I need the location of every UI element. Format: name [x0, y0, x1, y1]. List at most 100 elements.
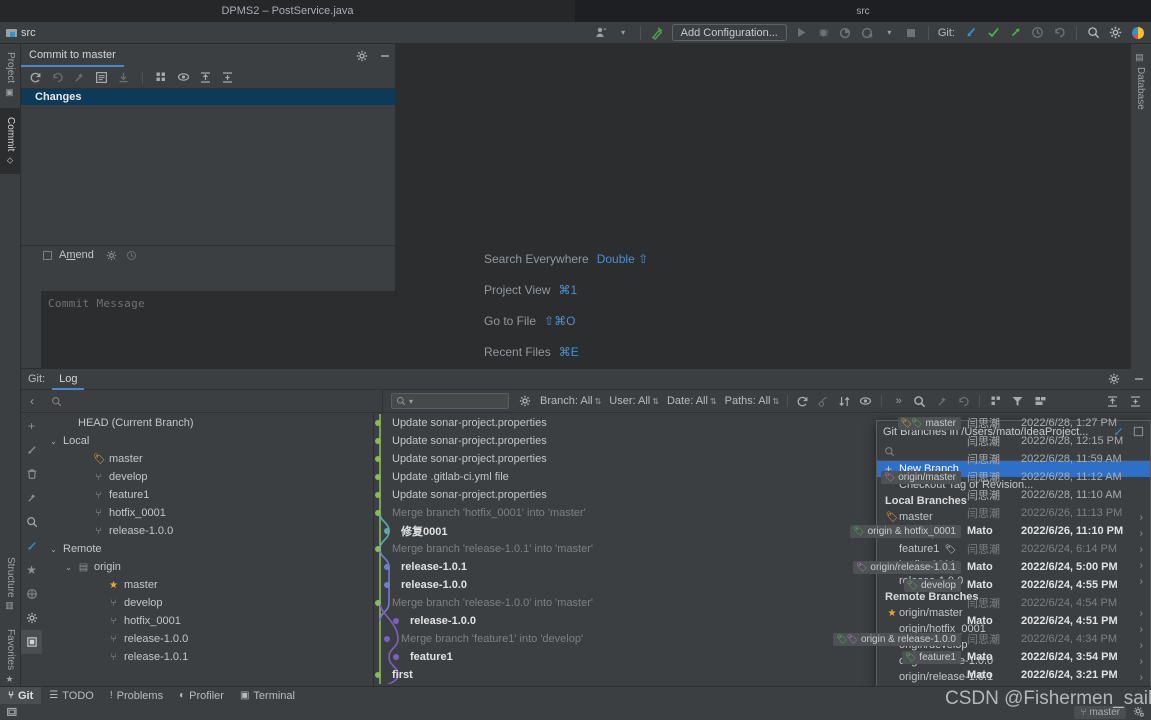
- branch-ref-label[interactable]: 🏷 origin/master: [880, 470, 961, 484]
- chevron-down-icon[interactable]: ▾: [616, 25, 631, 40]
- search-icon[interactable]: [912, 394, 927, 409]
- collapse-all-icon[interactable]: [1128, 394, 1143, 409]
- refresh-icon[interactable]: [795, 394, 810, 409]
- chevron-down-icon[interactable]: ▾: [409, 397, 413, 406]
- gear-icon[interactable]: [1108, 25, 1123, 40]
- branch-ref-label[interactable]: 🏷 🏷 master: [897, 416, 961, 430]
- branch-tree-row[interactable]: ⑂ develop: [43, 468, 374, 486]
- search-icon[interactable]: [21, 510, 42, 534]
- commit-check-icon[interactable]: [986, 25, 1001, 40]
- commit-row[interactable]: Update sonar-project.properties 闫思潮 2022/6…: [374, 450, 1151, 468]
- history-icon[interactable]: [1030, 25, 1045, 40]
- gear-icon[interactable]: [355, 49, 368, 62]
- refresh-circle-icon[interactable]: [21, 582, 42, 606]
- sidebar-item-project[interactable]: Project ▣: [0, 44, 21, 106]
- commit-row[interactable]: Update sonar-project.properties 闫思潮 2022/6…: [374, 486, 1151, 504]
- more-actions-icon[interactable]: »: [891, 394, 906, 409]
- commit-row[interactable]: Merge branch 'release-1.0.0' into 'maste…: [374, 594, 1151, 612]
- idea-logo-icon[interactable]: [1130, 25, 1145, 40]
- commit-list[interactable]: Update sonar-project.properties 🏷 🏷 master 闫…: [374, 414, 1151, 695]
- commit-row[interactable]: Merge branch 'feature1' into 'develop' 🏷 🏷…: [374, 630, 1151, 648]
- delete-icon[interactable]: [21, 462, 42, 486]
- branch-tree-row[interactable]: ⑂ release-1.0.1: [43, 648, 374, 666]
- branch-tree-row[interactable]: ⑂ hotfix_0001: [43, 612, 374, 630]
- commit-row[interactable]: first Mato 2022/6/24, 3:21 PM: [374, 666, 1151, 684]
- event-log-icon[interactable]: [6, 706, 18, 718]
- branch-tree-row[interactable]: ⑂ release-1.0.0: [43, 522, 374, 540]
- sidebar-item-commit[interactable]: Commit ⬦: [0, 108, 21, 174]
- branch-ref-label[interactable]: 🏷 feature1: [901, 650, 961, 664]
- branch-tree-row[interactable]: ⌄ ▤ origin: [43, 558, 374, 576]
- chevron-down-icon[interactable]: ⌄: [64, 563, 73, 572]
- branch-tree-row[interactable]: ⌄ Local: [43, 432, 374, 450]
- search-icon[interactable]: [1086, 25, 1101, 40]
- run-icon[interactable]: [794, 25, 809, 40]
- branch-tree-row[interactable]: ⑂ hotfix_0001: [43, 504, 374, 522]
- push-icon[interactable]: [1008, 25, 1023, 40]
- branch-ref-label[interactable]: 🏷 🏷 origin & release-1.0.0: [833, 632, 961, 646]
- commit-row[interactable]: release-1.0.0 🏷 develop Mato 2022/6/24, 4:55…: [374, 576, 1151, 594]
- preview-eye-icon[interactable]: [177, 71, 190, 84]
- sidebar-item-favorites[interactable]: Favorites ★: [0, 622, 21, 692]
- branch-tree-row[interactable]: ⑂ feature1: [43, 486, 374, 504]
- preview-eye-icon[interactable]: [858, 394, 873, 409]
- cleanup-icon[interactable]: [935, 394, 950, 409]
- changes-list[interactable]: [21, 105, 395, 245]
- columns-icon[interactable]: [1033, 394, 1048, 409]
- gear-icon[interactable]: [105, 249, 118, 262]
- bottom-tab-profiler[interactable]: ◐ Profiler: [171, 687, 232, 705]
- branch-tree-row[interactable]: ⑂ develop: [43, 594, 374, 612]
- branch-tree-row[interactable]: 🏷 master: [43, 450, 374, 468]
- cherry-pick-icon[interactable]: [816, 394, 831, 409]
- build-hammer-icon[interactable]: [650, 25, 665, 40]
- tab-log[interactable]: Log: [52, 369, 85, 390]
- commit-row[interactable]: 修复0001 🏷 origin & hotfix_0001 Mato 2022/6/26…: [374, 522, 1151, 540]
- commit-row[interactable]: Update sonar-project.properties 闫思潮 2022/6…: [374, 432, 1151, 450]
- settings-gear-icon[interactable]: [1133, 706, 1145, 718]
- commit-tab[interactable]: Commit to master: [21, 44, 124, 67]
- collapse-all-icon[interactable]: [221, 71, 234, 84]
- group-icon[interactable]: [989, 394, 1004, 409]
- chevron-down-icon[interactable]: ▾: [882, 25, 897, 40]
- log-search-input[interactable]: [43, 389, 383, 413]
- branch-tree-row[interactable]: ⌄ Remote: [43, 540, 374, 558]
- debug-icon[interactable]: [816, 25, 831, 40]
- commit-row[interactable]: release-1.0.0 Mato 2022/6/24, 4:51 PM: [374, 612, 1151, 630]
- flag-icon[interactable]: [21, 630, 42, 654]
- stop-icon[interactable]: [904, 25, 919, 40]
- expand-all-icon[interactable]: [1105, 394, 1120, 409]
- favorite-star-icon[interactable]: ★: [21, 558, 42, 582]
- gear-icon[interactable]: [1107, 373, 1120, 386]
- profile-run-icon[interactable]: [860, 25, 875, 40]
- history-icon[interactable]: [125, 249, 138, 262]
- run-coverage-icon[interactable]: [838, 25, 853, 40]
- profile-icon[interactable]: [594, 25, 609, 40]
- breadcrumb[interactable]: src: [0, 27, 36, 39]
- chevron-down-icon[interactable]: ⌄: [49, 545, 58, 554]
- revert-icon[interactable]: [956, 394, 971, 409]
- branch-tree[interactable]: HEAD (Current Branch) ⌄ Local 🏷 master ⑂ devel…: [43, 414, 374, 695]
- editor-empty-area[interactable]: Search Everywhere Double ⇧ Project View …: [396, 44, 1130, 369]
- commit-row[interactable]: Merge branch 'release-1.0.1' into 'maste…: [374, 540, 1151, 558]
- rollback-icon[interactable]: [51, 71, 64, 84]
- add-icon[interactable]: +: [21, 414, 42, 438]
- diff-icon[interactable]: [95, 71, 108, 84]
- branch-ref-label[interactable]: 🏷 origin & hotfix_0001: [850, 524, 961, 538]
- filter-icon[interactable]: [1010, 394, 1025, 409]
- collapse-branches-button[interactable]: ‹: [21, 390, 43, 413]
- branch-tree-row[interactable]: ⑂ release-1.0.0: [43, 630, 374, 648]
- bottom-tab-git[interactable]: ⑂ Git: [0, 686, 42, 705]
- sidebar-item-database[interactable]: ▤ Database: [1130, 44, 1151, 118]
- amend-checkbox[interactable]: [43, 250, 52, 260]
- expand-all-icon[interactable]: [199, 71, 212, 84]
- commit-row[interactable]: Update .gitlab-ci.yml file 🏷 origin/master…: [374, 468, 1151, 486]
- branch-tree-row[interactable]: ★ master: [43, 576, 374, 594]
- gear-icon[interactable]: [517, 394, 532, 409]
- minimize-icon[interactable]: [378, 49, 391, 62]
- sidebar-item-structure[interactable]: Structure ▥: [0, 549, 21, 619]
- commit-row[interactable]: Merge branch 'hotfix_0001' into 'master'…: [374, 504, 1151, 522]
- add-configuration-button[interactable]: Add Configuration...: [671, 24, 787, 41]
- sort-order-icon[interactable]: [837, 394, 852, 409]
- filter-branch[interactable]: Branch: All ⇅: [540, 395, 601, 407]
- branch-ref-label[interactable]: 🏷: [942, 543, 961, 556]
